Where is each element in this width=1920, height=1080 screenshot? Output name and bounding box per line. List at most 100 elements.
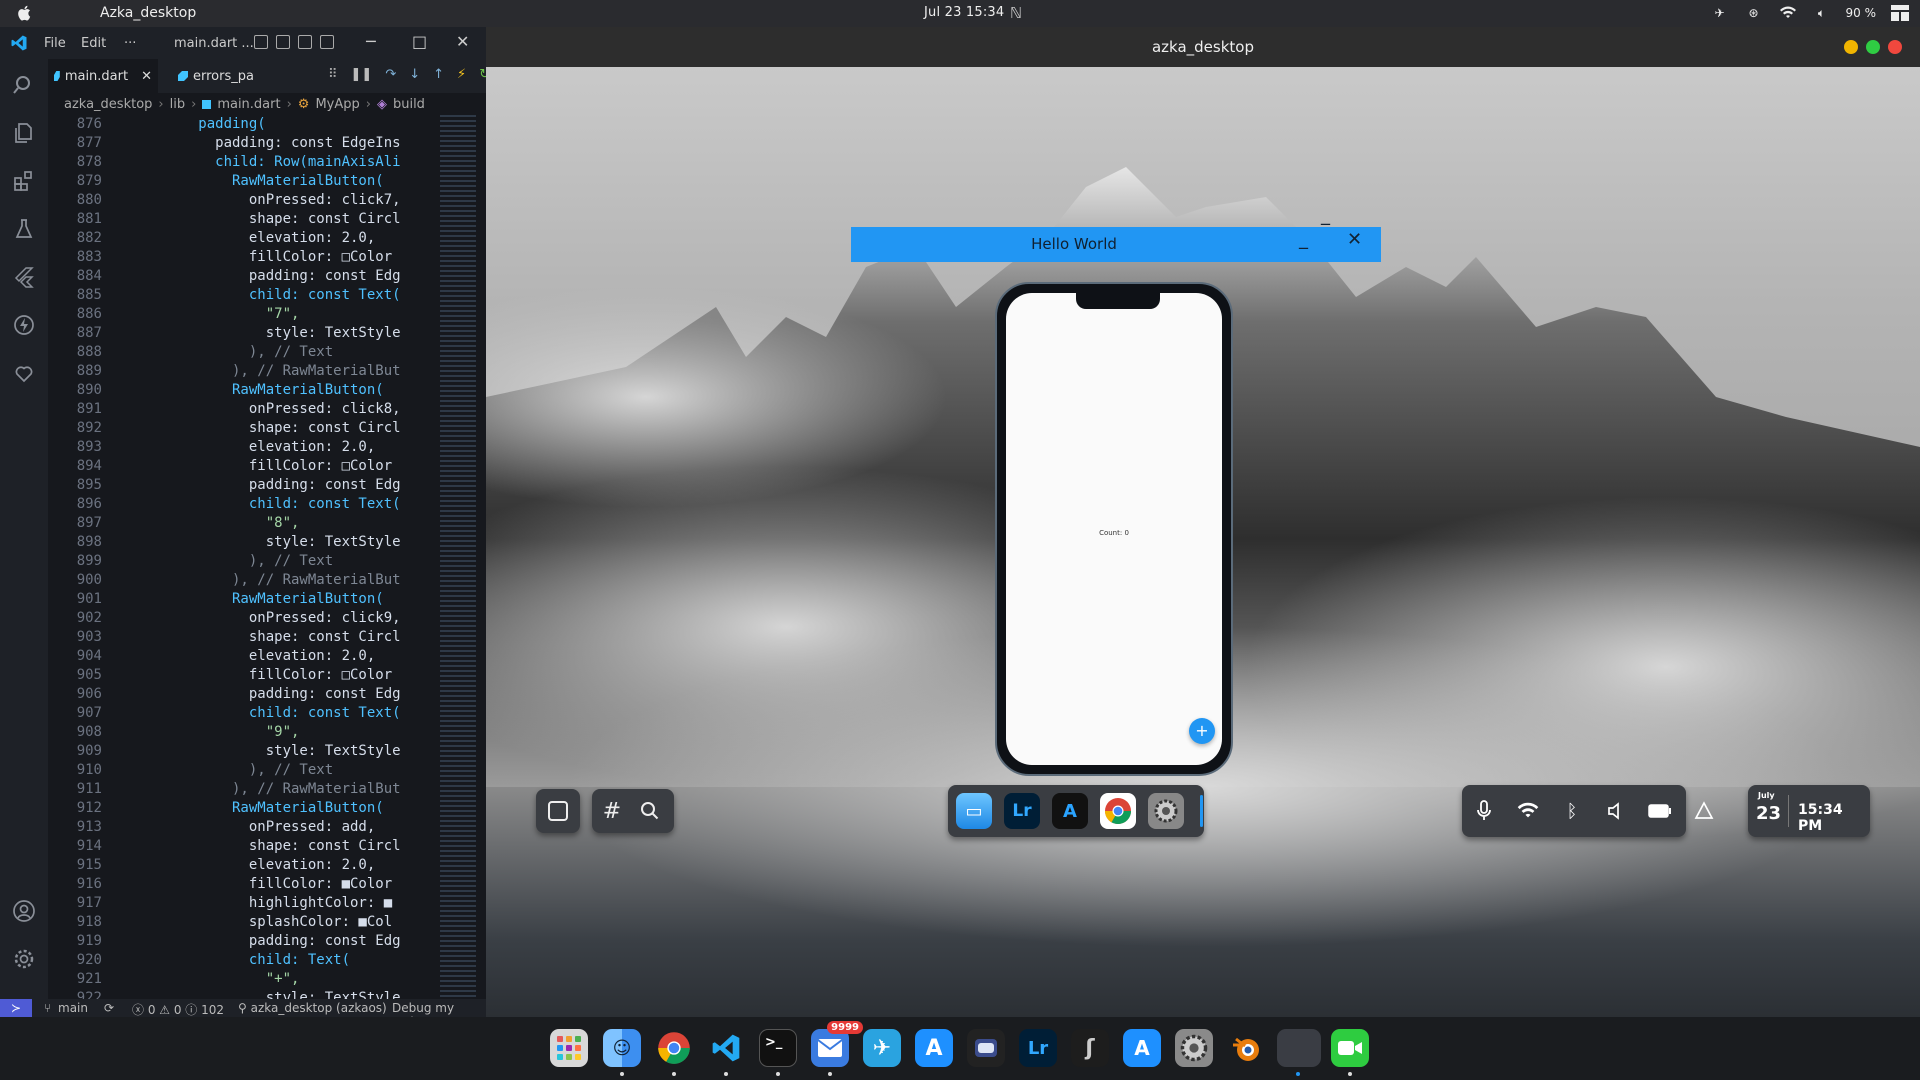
lightning-icon[interactable] [12,313,36,337]
hashtag-icon[interactable]: # [598,797,626,825]
code-line[interactable]: shape: const Circl [114,837,401,856]
code-line[interactable]: shape: const Circl [114,628,401,647]
appstore-icon[interactable]: A [915,1029,953,1067]
code-line[interactable]: child: const Text( [114,704,401,723]
code-line[interactable]: ), // RawMaterialBut [114,362,401,381]
code-line[interactable]: ), // RawMaterialBut [114,780,401,799]
maximize-icon[interactable]: ‾ [1321,221,1330,242]
settings-gear-icon[interactable] [12,947,36,971]
extensions-icon[interactable] [12,169,36,193]
code-line[interactable]: fillColor: □Color [114,248,401,267]
control-center-icon[interactable] [1890,3,1910,23]
battery-icon[interactable] [1648,799,1672,823]
code-line[interactable]: "7", [114,305,401,324]
breadcrumb-item[interactable]: lib [170,97,185,112]
minimize-dot-button[interactable] [1844,40,1858,54]
vscode-icon[interactable] [707,1029,745,1067]
apple-icon[interactable] [16,4,34,22]
code-line[interactable]: shape: const Circl [114,210,401,229]
code-line[interactable]: elevation: 2.0, [114,856,401,875]
menu-file[interactable]: File [44,36,66,51]
minimap[interactable] [440,115,476,1005]
code-line[interactable]: RawMaterialButton( [114,799,401,818]
project-indicator[interactable]: ⚲ azka_desktop (azkaos) [238,1001,387,1015]
close-button[interactable]: ✕ [456,32,469,51]
chrome-app-icon[interactable] [1100,793,1136,829]
code-line[interactable]: highlightColor: ■ [114,894,401,913]
terminal-icon[interactable]: >_ [759,1029,797,1067]
hot-reload-icon[interactable]: ⚡ [457,67,466,82]
code-line[interactable]: padding: const Edg [114,476,401,495]
code-line[interactable]: fillColor: □Color [114,666,401,685]
problems-indicator[interactable]: ⓧ 0 ⚠ 0 ⓘ 102 [132,1001,224,1018]
close-tab-icon[interactable]: ✕ [141,69,152,84]
code-line[interactable]: child: const Text( [114,495,401,514]
chrome-icon[interactable] [655,1029,693,1067]
code-line[interactable]: padding: const Edg [114,685,401,704]
increment-fab-button[interactable]: + [1189,718,1215,744]
notification-off-icon[interactable]: ℕ [1010,4,1022,22]
toggle-sidebar-icon[interactable] [254,35,268,49]
tab-errors[interactable]: errors_pa [172,59,322,93]
code-line[interactable]: onPressed: add, [114,818,401,837]
lightroom-icon[interactable]: Lr [1019,1029,1057,1067]
settings-app-icon[interactable] [1148,793,1184,829]
microphone-icon[interactable] [1472,799,1496,823]
maximize-dot-button[interactable] [1866,40,1880,54]
close-icon[interactable]: ✕ [1347,229,1362,250]
code-line[interactable]: ), // Text [114,343,401,362]
pause-icon[interactable]: ❚❚ [351,67,373,82]
step-into-icon[interactable]: ↓ [409,67,420,82]
testing-flask-icon[interactable] [12,217,36,241]
search-icon[interactable] [636,797,664,825]
active-window-icon[interactable] [1277,1029,1321,1067]
wifi-icon[interactable] [1516,799,1540,823]
maximize-button[interactable]: □ [412,32,427,51]
code-line[interactable]: padding: const EdgeIns [114,134,400,153]
launcher-grid-icon[interactable] [550,1029,588,1067]
toggle-panel-icon[interactable] [276,35,290,49]
code-line[interactable]: RawMaterialButton( [114,381,401,400]
menu-more[interactable]: ··· [124,36,136,51]
code-line[interactable]: child: const Text( [114,286,401,305]
volume-icon[interactable]: 🔈︎ [1812,3,1832,23]
date-time-widget[interactable]: July 23 15:34 PM [1748,785,1870,837]
code-line[interactable]: RawMaterialButton( [114,172,401,191]
lightroom-app-icon[interactable]: Lr [1004,793,1040,829]
inkscape-icon[interactable]: ʃ [1071,1029,1109,1067]
system-clock[interactable]: Jul 23 15:34 [924,5,1004,20]
notification-bell-icon[interactable] [1692,799,1716,823]
mail-icon[interactable]: 9999 [811,1021,863,1067]
code-line[interactable]: splashColor: ■Col [114,913,401,932]
flutter-icon[interactable] [12,265,36,289]
battery-indicator[interactable]: 90 % [1846,6,1877,20]
code-line[interactable]: fillColor: ■Color [114,875,401,894]
hello-world-titlebar[interactable]: Hello World _ ‾ ✕ [851,221,1381,262]
code-line[interactable]: style: TextStyle [114,742,401,761]
code-line[interactable]: padding: const Edg [114,932,401,951]
finder-icon[interactable]: ☺ [603,1029,641,1067]
code-line[interactable]: style: TextStyle [114,324,401,343]
account-icon[interactable] [12,899,36,923]
code-line[interactable]: padding( [114,115,401,134]
code-line[interactable]: elevation: 2.0, [114,647,401,666]
code-line[interactable]: onPressed: click9, [114,609,401,628]
branch-name[interactable]: main [58,1001,88,1015]
toggle-secondary-sidebar-icon[interactable] [298,35,312,49]
drag-handle-icon[interactable]: ⠿ [328,67,338,82]
breadcrumb-item[interactable]: azka_desktop [64,97,152,112]
menu-edit[interactable]: Edit [81,36,106,51]
branch-icon[interactable]: ⑂ [44,1001,51,1015]
customize-layout-icon[interactable] [320,35,334,49]
code-line[interactable]: elevation: 2.0, [114,229,401,248]
code-line[interactable]: child: Text( [114,951,401,970]
code-line[interactable]: fillColor: □Color [114,457,401,476]
wifi-icon[interactable] [1778,3,1798,23]
code-content[interactable]: padding( padding: const EdgeIns child: R… [114,115,401,1008]
telegram-tray-icon[interactable]: ✈ [1710,3,1730,23]
code-editor[interactable]: 876 877 878 879 880 881 882 883 884 885 886 887 888 8… [48,115,486,1013]
code-line[interactable]: padding: const Edg [114,267,401,286]
telegram-icon[interactable]: ✈ [863,1029,901,1067]
facetime-icon[interactable] [1331,1029,1369,1067]
tab-main-dart[interactable]: main.dart ✕ [48,59,158,93]
